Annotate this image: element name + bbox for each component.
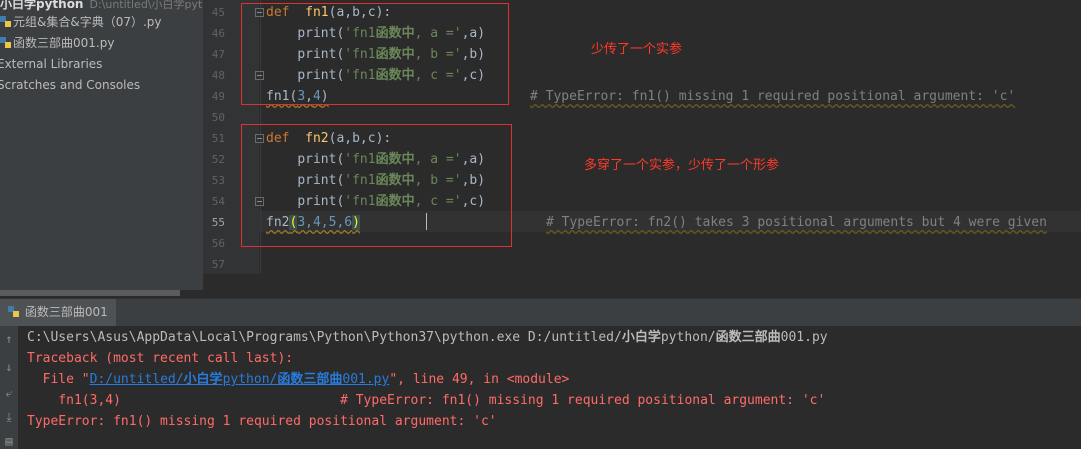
- console-command-line: C:\Users\Asus\AppData\Local\Programs\Pyt…: [27, 330, 828, 345]
- line-number: 49: [211, 90, 225, 103]
- line-number: 56: [211, 237, 225, 250]
- external-libraries-item[interactable]: External Libraries: [0, 54, 102, 75]
- run-panel-header: 函数三部曲001: [0, 298, 1081, 327]
- project-panel: 小白学python D:\untitled\小白学pyth 元组&集合&字典（07…: [0, 0, 203, 290]
- annotation-text-fn1: 少传了一个实参: [591, 42, 683, 57]
- project-file-item[interactable]: 函数三部曲001.py: [0, 33, 114, 54]
- line-number: 48: [211, 69, 225, 82]
- project-file-label: 函数三部曲001.py: [13, 36, 115, 50]
- console-code-line: fn1(3,4) # TypeError: fn1() missing 1 re…: [27, 393, 826, 408]
- line-number: 54: [211, 195, 225, 208]
- annotation-box-fn2: [241, 124, 512, 247]
- project-file-label: 元组&集合&字典（07）.py: [13, 15, 162, 29]
- line-number: 52: [211, 153, 225, 166]
- run-tab-label: 函数三部曲001: [24, 305, 108, 319]
- horizontal-scrollbar[interactable]: [0, 290, 180, 296]
- line-number: 46: [211, 27, 225, 40]
- line-number: 53: [211, 174, 225, 187]
- line-number: 57: [211, 258, 225, 271]
- run-console[interactable]: C:\Users\Asus\AppData\Local\Programs\Pyt…: [18, 326, 1081, 449]
- comment-line-55: # TypeError: fn2() takes 3 positional ar…: [546, 215, 1047, 230]
- console-traceback-line: Traceback (most recent call last):: [27, 351, 294, 366]
- print-icon[interactable]: ▤: [3, 434, 15, 448]
- arrow-down-icon[interactable]: ↓: [3, 360, 15, 374]
- console-error-line: TypeError: fn1() missing 1 required posi…: [27, 414, 497, 429]
- line-number-current: 55: [211, 216, 225, 229]
- python-file-icon: [0, 37, 11, 48]
- line-number: 50: [211, 111, 225, 124]
- console-file-line: File "D:/untitled/小白学python/函数三部曲001.py"…: [27, 372, 570, 387]
- comment-line-49: # TypeError: fn1() missing 1 required po…: [530, 89, 1016, 104]
- annotation-box-fn1: [241, 3, 509, 105]
- code-editor[interactable]: 45 46 47 48 49 50 51 52 53 54 55 56 57 d…: [203, 0, 1081, 274]
- project-file-item[interactable]: 元组&集合&字典（07）.py: [0, 12, 162, 33]
- project-path: D:\untitled\小白学pyth: [89, 0, 203, 11]
- scratches-item[interactable]: Scratches and Consoles: [0, 75, 140, 96]
- traceback-file-link[interactable]: D:/untitled/小白学python/函数三部曲001.py: [90, 372, 390, 387]
- annotation-text-fn2: 多穿了一个实参，少传了一个形参: [584, 158, 780, 173]
- python-file-icon: [8, 306, 19, 317]
- line-number: 45: [211, 6, 225, 19]
- line-number: 51: [211, 132, 225, 145]
- external-libraries-label: External Libraries: [0, 57, 103, 71]
- python-file-icon: [0, 16, 11, 27]
- scratches-label: Scratches and Consoles: [0, 78, 141, 92]
- line-number: 47: [211, 48, 225, 61]
- soft-wrap-icon[interactable]: ⤶: [3, 386, 15, 400]
- arrow-up-icon[interactable]: ↑: [3, 332, 15, 346]
- project-title: 小白学python: [0, 0, 84, 11]
- scroll-to-end-icon[interactable]: ⤓: [3, 410, 15, 424]
- run-tab[interactable]: 函数三部曲001: [0, 299, 116, 326]
- run-toolbar: ↑ ↓ ⤶ ⤓ ▤: [0, 326, 18, 449]
